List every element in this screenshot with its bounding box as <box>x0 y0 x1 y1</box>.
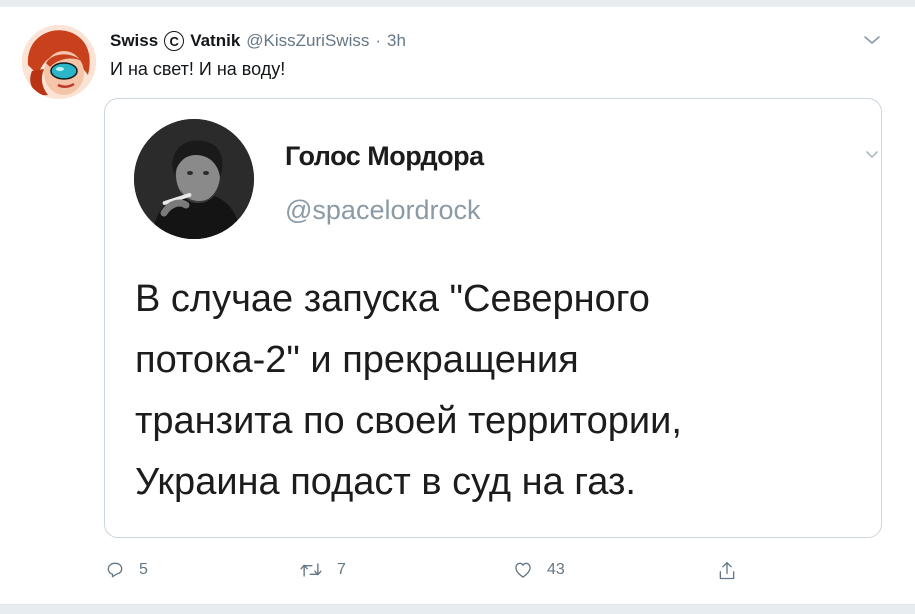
author-name[interactable]: Swiss <box>110 31 158 51</box>
quoted-text-line: транзита по своей территории, <box>135 400 682 442</box>
reply-button[interactable]: 5 <box>105 560 148 580</box>
quoted-text-line: потока-2" и прекращения <box>135 339 579 381</box>
share-button[interactable] <box>717 560 737 582</box>
tweet[interactable]: Swiss C Vatnik @KissZuriSwiss · 3h И на … <box>0 7 915 604</box>
chevron-down-icon[interactable] <box>862 33 882 47</box>
share-icon <box>717 560 737 582</box>
quoted-text-line: В случае запуска "Северного <box>135 278 650 320</box>
top-divider <box>0 0 915 7</box>
reply-count: 5 <box>139 561 148 578</box>
separator-dot: · <box>375 31 382 50</box>
retweet-button[interactable]: 7 <box>299 560 346 580</box>
quoted-author-handle: @spacelordrock <box>285 195 481 225</box>
quoted-avatar <box>134 119 254 239</box>
retweet-count: 7 <box>337 561 346 578</box>
tweet-header: Swiss C Vatnik @KissZuriSwiss · 3h <box>110 29 406 53</box>
copyright-icon: C <box>164 31 185 51</box>
tweet-actions: 5 7 43 <box>105 560 745 590</box>
like-icon <box>513 560 533 580</box>
author-handle[interactable]: @KissZuriSwiss <box>246 31 369 51</box>
quoted-tweet[interactable]: Голос Мордора @spacelordrock В случае за… <box>104 98 882 538</box>
quoted-text: В случае запуска "Северного потока-2" и … <box>135 269 875 513</box>
quoted-text-line: Украина подаст в суд на газ. <box>135 461 636 503</box>
quoted-author-name: Голос Мордора <box>285 141 484 171</box>
like-button[interactable]: 43 <box>513 560 565 580</box>
reply-icon <box>105 560 125 580</box>
like-count: 43 <box>547 561 565 578</box>
timestamp[interactable]: 3h <box>387 31 406 51</box>
chevron-down-icon <box>865 147 879 161</box>
avatar[interactable] <box>22 25 96 99</box>
tweet-text: И на свет! И на воду! <box>110 59 286 79</box>
retweet-icon <box>299 560 323 580</box>
author-name-2[interactable]: Vatnik <box>190 31 240 51</box>
